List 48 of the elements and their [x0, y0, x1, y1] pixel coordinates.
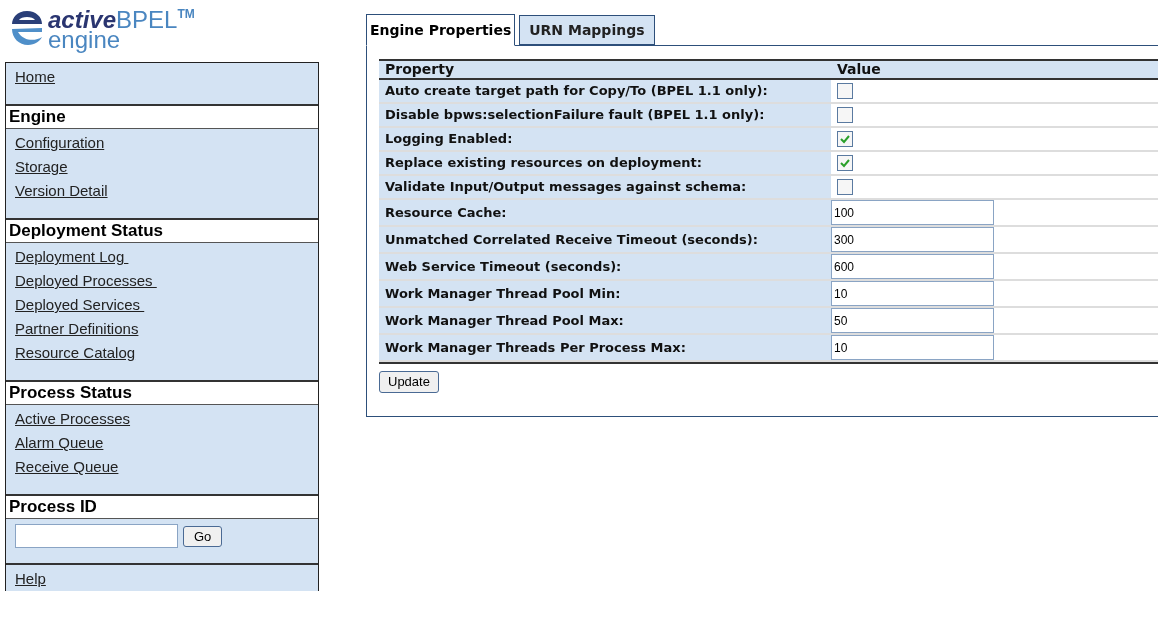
nav-link[interactable]: Receive Queue: [15, 458, 119, 475]
logo-icon: [10, 10, 44, 46]
nav-link[interactable]: Home: [15, 68, 55, 85]
value-field[interactable]: 10: [831, 281, 994, 306]
checkbox[interactable]: [837, 179, 853, 195]
nav-link[interactable]: Storage: [15, 158, 68, 175]
nav-link[interactable]: Configuration: [15, 134, 105, 151]
property-label: Replace existing resources on deployment:: [379, 152, 831, 174]
value-field[interactable]: 10: [831, 335, 994, 360]
section-heading: Process Status: [6, 382, 318, 405]
update-button[interactable]: Update: [379, 371, 439, 393]
property-label: Auto create target path for Copy/To (BPEL 1.1 only):: [379, 80, 831, 102]
nav-link[interactable]: Version Detail: [15, 182, 108, 199]
value-field[interactable]: 50: [831, 308, 994, 333]
property-label: Work Manager Thread Pool Min:: [379, 281, 831, 306]
nav-link[interactable]: Partner Definitions: [15, 320, 139, 337]
property-label: Validate Input/Output messages against schema:: [379, 176, 831, 198]
property-label: Logging Enabled:: [379, 128, 831, 150]
tab[interactable]: URN Mappings: [519, 15, 655, 45]
nav-link[interactable]: Resource Catalog: [15, 344, 136, 361]
process-id-field[interactable]: [15, 524, 178, 548]
section-heading: Deployment Status: [6, 220, 318, 243]
property-label: Work Manager Thread Pool Max:: [379, 308, 831, 333]
property-label: Web Service Timeout (seconds):: [379, 254, 831, 279]
checkbox[interactable]: [837, 83, 853, 99]
property-label: Work Manager Threads Per Process Max:: [379, 335, 831, 360]
column-header: Value: [836, 60, 882, 79]
checkbox[interactable]: [837, 131, 853, 147]
nav-link[interactable]: Help: [15, 570, 46, 587]
nav-link[interactable]: Deployed Processes: [15, 272, 157, 289]
property-label: Resource Cache:: [379, 200, 831, 225]
checkbox[interactable]: [837, 107, 853, 123]
section-heading: Process ID: [6, 496, 318, 519]
go-button[interactable]: Go: [183, 525, 223, 547]
column-header: Property: [384, 60, 456, 79]
section-heading: Engine: [6, 106, 318, 129]
value-field[interactable]: 600: [831, 254, 994, 279]
checkbox[interactable]: [837, 155, 853, 171]
trademark-mark: TM: [177, 8, 195, 20]
property-label: Disable bpws:selectionFailure fault (BPEL 1.1 only):: [379, 104, 831, 126]
property-label: Unmatched Correlated Receive Timeout (seconds):: [379, 227, 831, 252]
tab[interactable]: Engine Properties: [366, 14, 516, 46]
nav-link[interactable]: Active Processes: [15, 410, 131, 427]
value-field[interactable]: 100: [831, 200, 994, 225]
nav-link[interactable]: Deployment Log: [15, 248, 129, 265]
value-field[interactable]: 300: [831, 227, 994, 252]
nav-link[interactable]: Deployed Services: [15, 296, 145, 313]
nav-link[interactable]: Alarm Queue: [15, 434, 104, 451]
